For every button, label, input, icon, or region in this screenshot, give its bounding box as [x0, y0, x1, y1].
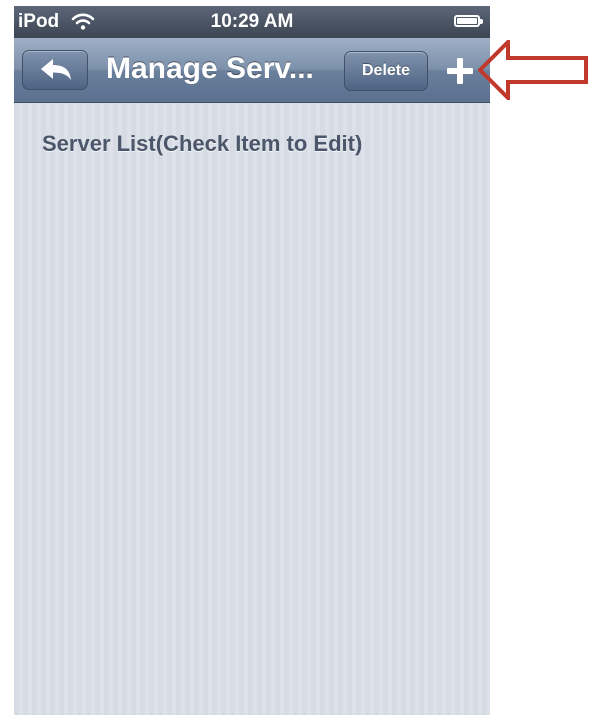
arrow-left-annotation: [478, 40, 588, 100]
plus-icon: [447, 58, 473, 84]
app-screen: iPod 10:29 AM Manage Serv... Delete Serv…: [14, 6, 490, 715]
battery-icon: [454, 15, 480, 27]
page-title: Manage Serv...: [106, 52, 314, 85]
status-bar: iPod 10:29 AM: [14, 6, 490, 38]
battery-tip: [480, 19, 483, 24]
add-button[interactable]: [438, 50, 482, 90]
back-button[interactable]: [22, 50, 88, 90]
status-time: 10:29 AM: [210, 11, 294, 32]
section-header: Server List(Check Item to Edit): [42, 131, 363, 156]
navigation-bar: Manage Serv... Delete: [14, 38, 490, 103]
delete-button[interactable]: Delete: [344, 51, 428, 91]
back-arrow-icon: [41, 59, 71, 80]
